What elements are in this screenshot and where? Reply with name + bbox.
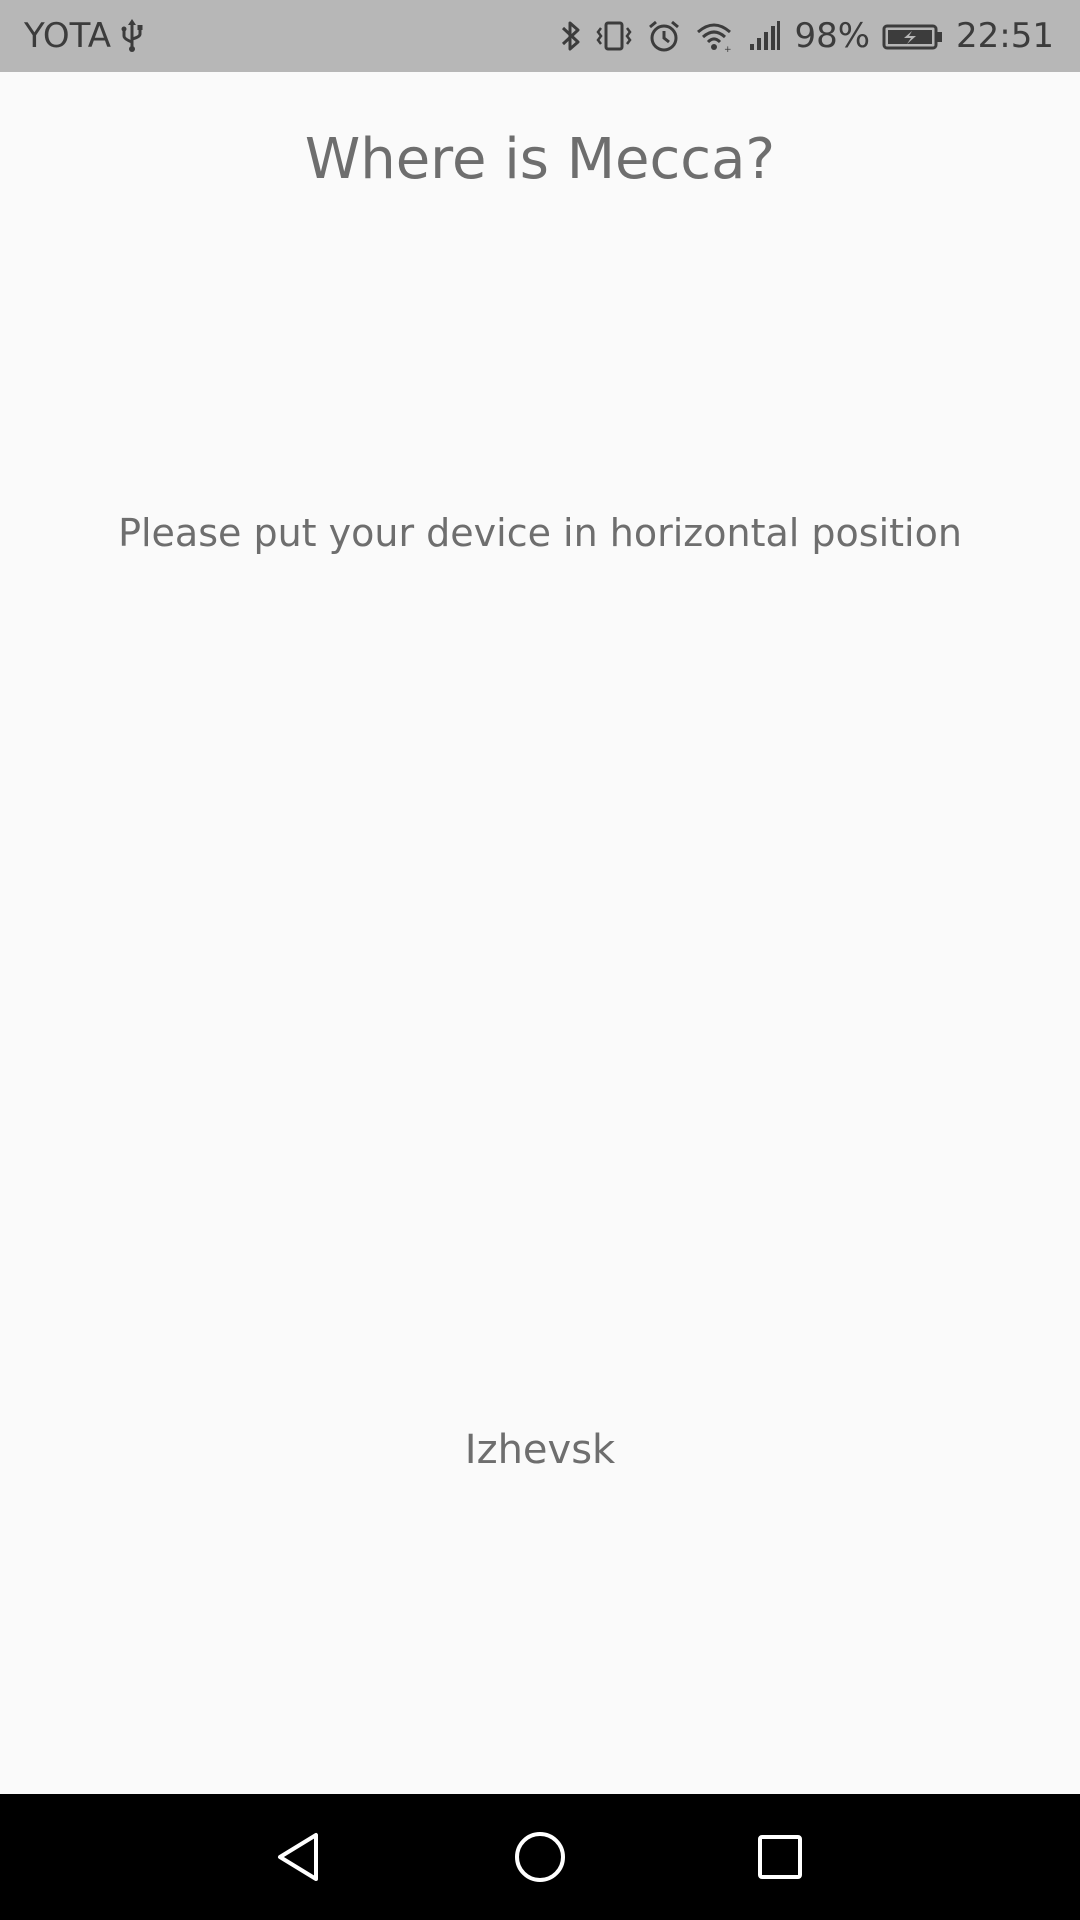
- page-title: Where is Mecca?: [304, 127, 776, 192]
- home-button[interactable]: [470, 1794, 610, 1920]
- alarm-icon: [646, 18, 682, 54]
- signal-icon: [746, 18, 782, 54]
- back-button[interactable]: [230, 1794, 370, 1920]
- orientation-hint: Please put your device in horizontal pos…: [118, 511, 962, 555]
- usb-icon: [119, 18, 145, 54]
- city-label: Izhevsk: [464, 1427, 616, 1473]
- recents-icon: [758, 1835, 802, 1879]
- screen: YOTA + 98% 22:51 Where is Mecca? Please …: [0, 0, 1080, 1920]
- recents-button[interactable]: [710, 1794, 850, 1920]
- bluetooth-icon: [560, 18, 582, 54]
- home-icon: [515, 1832, 565, 1882]
- status-right: + 98% 22:51: [560, 0, 1054, 72]
- wifi-icon: +: [694, 18, 734, 54]
- navigation-bar: [0, 1794, 1080, 1920]
- battery-percent: 98%: [794, 16, 871, 56]
- vibrate-icon: [594, 18, 634, 54]
- svg-text:+: +: [724, 45, 732, 54]
- back-icon: [278, 1833, 318, 1881]
- status-left: YOTA: [24, 0, 145, 72]
- carrier-label: YOTA: [24, 16, 112, 56]
- battery-charging-icon: [882, 18, 944, 54]
- status-bar: YOTA + 98% 22:51: [0, 0, 1080, 72]
- clock: 22:51: [956, 16, 1054, 56]
